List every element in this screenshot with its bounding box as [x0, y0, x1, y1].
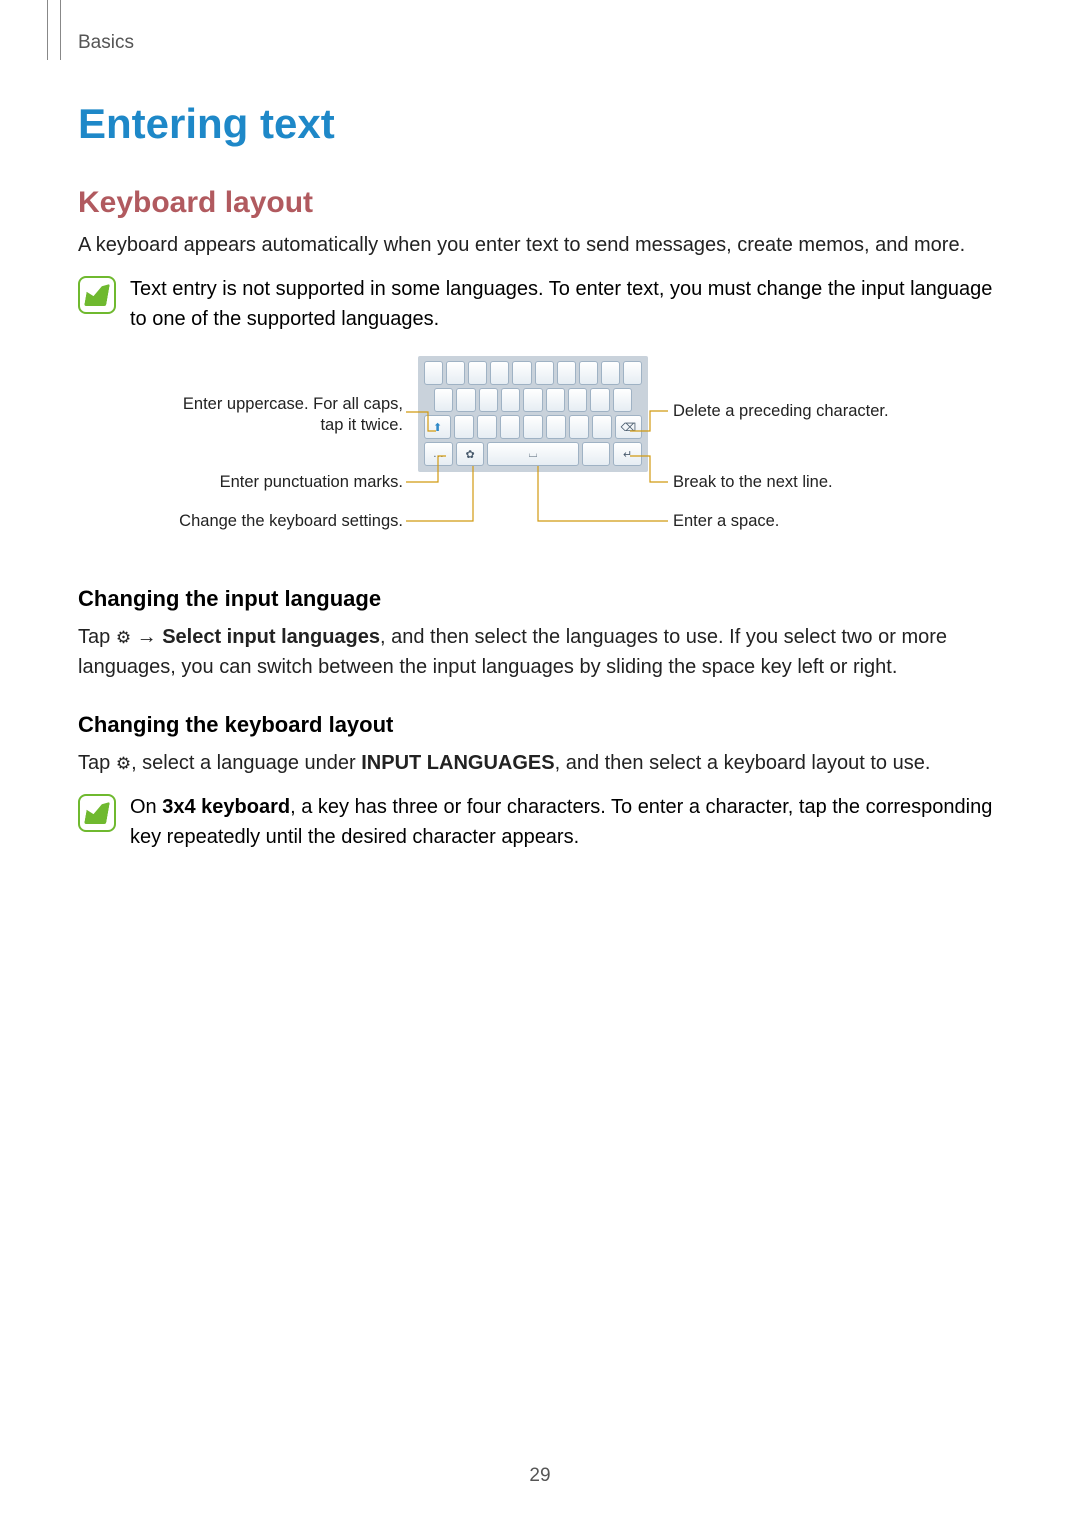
- key-blank: [477, 415, 497, 439]
- key-blank: [446, 361, 465, 385]
- arrow-text: →: [131, 626, 162, 648]
- settings-gear-icon: ⚙: [116, 754, 131, 773]
- key-blank: [523, 388, 542, 412]
- key-blank: [601, 361, 620, 385]
- key-blank: [512, 361, 531, 385]
- key-blank: [613, 388, 632, 412]
- key-blank: [546, 388, 565, 412]
- key-blank: [424, 361, 443, 385]
- text-post: , and then select a keyboard layout to u…: [555, 752, 931, 774]
- keyboard-illustration: ⬆ ⌫ … ✿ ⌴ ↵: [418, 356, 648, 472]
- bold-input-languages: INPUT LANGUAGES: [361, 752, 554, 774]
- key-blank: [592, 415, 612, 439]
- page-number: 29: [0, 1465, 1080, 1487]
- note-text: Text entry is not supported in some lang…: [130, 274, 1002, 334]
- key-blank: [454, 415, 474, 439]
- kb-row-4: … ✿ ⌴ ↵: [424, 442, 642, 466]
- key-blank: [501, 388, 520, 412]
- callout-newline: Break to the next line.: [673, 472, 833, 493]
- kb-row-1: [424, 361, 642, 385]
- key-blank: [479, 388, 498, 412]
- paragraph-input-language: Tap ⚙ → Select input languages, and then…: [78, 622, 1002, 682]
- bold-select-input-languages: Select input languages: [162, 626, 380, 648]
- settings-gear-icon: ⚙: [116, 628, 131, 647]
- key-blank: [490, 361, 509, 385]
- intro-paragraph: A keyboard appears automatically when yo…: [78, 230, 1002, 260]
- key-blank: [590, 388, 609, 412]
- callout-uppercase-text: Enter uppercase. For all caps, tap it tw…: [163, 394, 403, 437]
- key-blank: [535, 361, 554, 385]
- callout-punctuation: Enter punctuation marks.: [78, 472, 403, 493]
- key-blank: [569, 415, 589, 439]
- key-blank: [523, 415, 543, 439]
- symbols-key: …: [424, 442, 453, 466]
- note-icon: [78, 276, 116, 314]
- callout-uppercase: Enter uppercase. For all caps, tap it tw…: [78, 394, 403, 437]
- note-icon: [78, 794, 116, 832]
- enter-key: ↵: [613, 442, 642, 466]
- note-text: On 3x4 keyboard, a key has three or four…: [130, 792, 1002, 852]
- note-3x4-keyboard: On 3x4 keyboard, a key has three or four…: [78, 792, 1002, 852]
- key-blank: [434, 388, 453, 412]
- keyboard-diagram: ⬆ ⌫ … ✿ ⌴ ↵ Enter uppercase. For all cap…: [78, 356, 1002, 556]
- bold-3x4-keyboard: 3x4 keyboard: [162, 796, 290, 818]
- text-mid: , select a language under: [131, 752, 361, 774]
- page-title: Entering text: [78, 100, 1002, 148]
- settings-key: ✿: [456, 442, 485, 466]
- key-blank: [468, 361, 487, 385]
- space-key: ⌴: [487, 442, 578, 466]
- backspace-key: ⌫: [615, 415, 642, 439]
- callout-settings: Change the keyboard settings.: [78, 511, 403, 532]
- kb-row-2: [424, 388, 642, 412]
- text-pre: Tap: [78, 752, 116, 774]
- key-blank: [579, 361, 598, 385]
- key-blank: [456, 388, 475, 412]
- heading-keyboard-layout: Keyboard layout: [78, 186, 1002, 220]
- shift-key: ⬆: [424, 415, 451, 439]
- page-content: Entering text Keyboard layout A keyboard…: [78, 100, 1002, 866]
- note-3x4-pre: On: [130, 796, 162, 818]
- heading-input-language: Changing the input language: [78, 586, 1002, 612]
- text-pre: Tap: [78, 626, 116, 648]
- callout-space: Enter a space.: [673, 511, 779, 532]
- key-blank: [557, 361, 576, 385]
- period-key: [582, 442, 611, 466]
- key-blank: [568, 388, 587, 412]
- key-blank: [546, 415, 566, 439]
- key-blank: [500, 415, 520, 439]
- callout-delete: Delete a preceding character.: [673, 401, 889, 422]
- heading-keyboard-layout-change: Changing the keyboard layout: [78, 712, 1002, 738]
- crop-marks: [47, 0, 61, 60]
- running-head: Basics: [78, 32, 134, 54]
- kb-row-3: ⬆ ⌫: [424, 415, 642, 439]
- key-blank: [623, 361, 642, 385]
- note-language-support: Text entry is not supported in some lang…: [78, 274, 1002, 334]
- paragraph-keyboard-layout: Tap ⚙, select a language under INPUT LAN…: [78, 748, 1002, 778]
